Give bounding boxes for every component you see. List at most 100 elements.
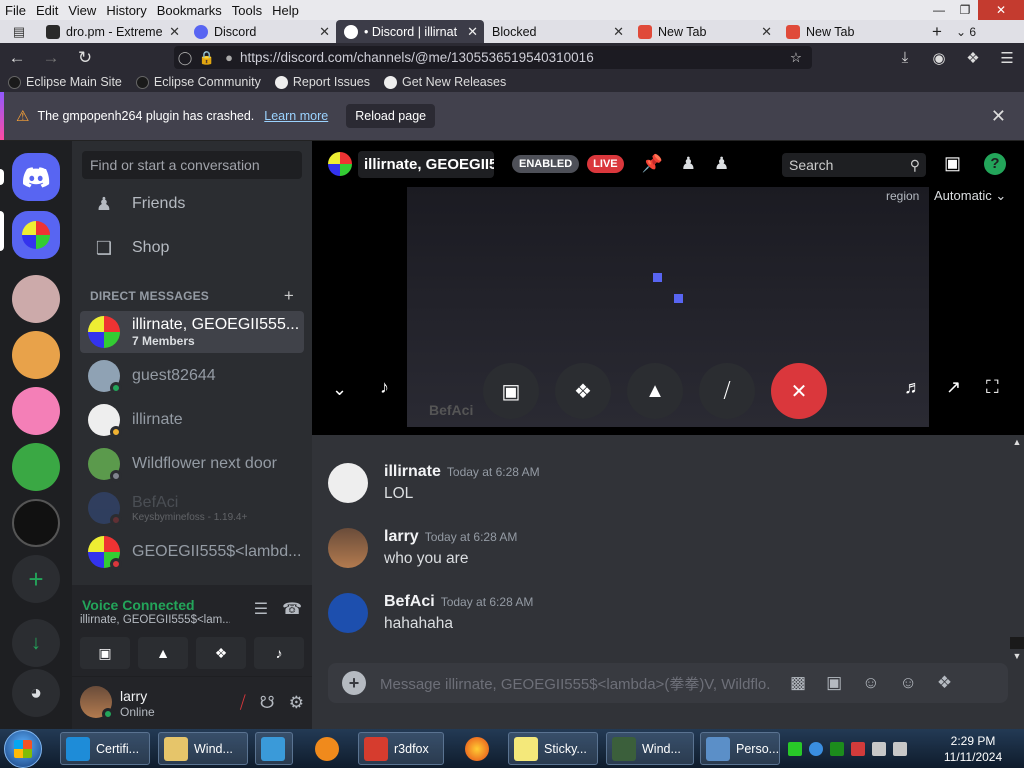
add-server-icon[interactable]: + xyxy=(12,555,60,603)
sticker-icon[interactable]: ☺ xyxy=(862,673,879,693)
bookmark-eclipse-main[interactable]: Eclipse Main Site xyxy=(8,75,122,89)
menu-help[interactable]: Help xyxy=(267,3,304,18)
soundboard-button[interactable]: ♪ xyxy=(254,637,304,669)
volume-icon[interactable]: ♬ xyxy=(904,377,922,398)
extensions-icon[interactable]: ❖ xyxy=(956,49,990,67)
discover-icon[interactable]: ◕ xyxy=(12,669,60,717)
tab-close-icon[interactable]: ✕ xyxy=(319,24,330,40)
taskbar-item-firefox[interactable] xyxy=(460,732,498,765)
taskbar-item-sticky[interactable]: Sticky... xyxy=(508,732,598,765)
menu-tools[interactable]: Tools xyxy=(227,3,267,18)
download-apps-icon[interactable]: ↓ xyxy=(12,619,60,667)
server-avatar-3[interactable] xyxy=(12,387,60,435)
menu-icon[interactable]: ☰ xyxy=(990,49,1024,67)
tray-security-icon[interactable] xyxy=(830,741,844,756)
taskbar-item-personalize[interactable]: Perso... xyxy=(700,732,780,765)
add-friends-icon[interactable]: ♟ xyxy=(681,154,696,174)
tab-close-icon[interactable]: ✕ xyxy=(467,24,478,40)
avatar[interactable] xyxy=(328,463,368,503)
dm-item-wildflower[interactable]: Wildflower next door xyxy=(80,443,304,485)
tray-monitor-icon[interactable] xyxy=(872,741,886,756)
message-author[interactable]: larry xyxy=(384,528,419,545)
forward-icon[interactable]: → xyxy=(34,43,68,72)
menu-bookmarks[interactable]: Bookmarks xyxy=(152,3,227,18)
collapse-chevron-icon[interactable]: ⌄ xyxy=(332,379,347,400)
clock[interactable]: 2:29 PM 11/11/2024 xyxy=(930,733,1016,765)
taskbar-item-windows[interactable]: Wind... xyxy=(606,732,694,765)
soundboard-icon[interactable]: ♪ xyxy=(380,377,389,398)
message-input[interactable]: Message illirnate, GEOEGII555$<lambda>(拳… xyxy=(380,673,770,694)
scroll-up-icon[interactable]: ▲ xyxy=(1010,437,1024,447)
lock-icon[interactable]: 🔒 xyxy=(196,50,218,66)
inbox-icon[interactable]: ▣ xyxy=(944,153,961,174)
url-text[interactable]: https://discord.com/channels/@me/1305536… xyxy=(240,50,594,65)
taskbar-item-r3dfox[interactable]: r3dfox xyxy=(358,732,444,765)
leave-call-button[interactable]: ✕ xyxy=(771,363,827,419)
taskbar-item-explorer[interactable]: Wind... xyxy=(158,732,248,765)
message-composer[interactable]: + Message illirnate, GEOEGII555$<lambda>… xyxy=(328,663,1008,703)
channel-title[interactable]: illirnate, GEOEGII5 xyxy=(358,150,494,178)
mic-muted-icon[interactable]: ⧸ xyxy=(240,693,246,713)
server-avatar-2[interactable] xyxy=(12,331,60,379)
emoji-icon[interactable]: ☺ xyxy=(899,673,916,693)
gif-icon[interactable]: ▣ xyxy=(826,673,842,693)
activities-button[interactable]: ❖ xyxy=(196,637,246,669)
account-icon[interactable]: ◉ xyxy=(922,49,956,67)
tray-volume-icon[interactable] xyxy=(893,741,907,756)
server-avatar-5[interactable] xyxy=(12,499,60,547)
learn-more-link[interactable]: Learn more xyxy=(264,109,328,123)
help-icon[interactable]: ? xyxy=(984,153,1006,175)
avatar[interactable] xyxy=(80,686,114,720)
taskbar-item-app[interactable] xyxy=(310,732,348,765)
dm-item-illirnate[interactable]: illirnate xyxy=(80,399,304,441)
screen-share-button[interactable]: ▲ xyxy=(627,363,683,419)
popout-icon[interactable]: ↗ xyxy=(946,377,961,398)
tab-close-icon[interactable]: ✕ xyxy=(761,24,772,40)
close-notification-icon[interactable]: ✕ xyxy=(991,106,1006,127)
tab-discord-active[interactable]: • Discord | illirnat ✕ xyxy=(336,20,484,43)
taskbar-item-certificates[interactable]: Certifi... xyxy=(60,732,150,765)
region-select[interactable]: Automatic ⌄ xyxy=(934,188,1006,204)
gift-icon[interactable]: ▩ xyxy=(790,673,806,693)
fullscreen-icon[interactable]: ⛶ xyxy=(986,377,999,398)
back-icon[interactable]: ← xyxy=(0,43,34,72)
share-screen-button[interactable]: ▲ xyxy=(138,637,188,669)
tab-new-1[interactable]: New Tab ✕ xyxy=(630,20,778,43)
taskbar-item-media[interactable] xyxy=(255,732,293,765)
voice-channel[interactable]: illirnate, GEOEGII555$<lam... xyxy=(80,614,230,626)
settings-gear-icon[interactable]: ⚙ xyxy=(289,693,304,713)
dm-search-input[interactable]: Find or start a conversation xyxy=(82,151,302,179)
group-dm-icon[interactable] xyxy=(12,211,60,259)
avatar[interactable] xyxy=(328,528,368,568)
friends-link[interactable]: ♟ Friends xyxy=(80,183,304,225)
dm-item-geoegii[interactable]: GEOEGII555$<lambd... xyxy=(80,531,304,573)
camera-off-button[interactable]: ▣ xyxy=(80,637,130,669)
members-icon[interactable]: ♟ xyxy=(714,154,729,174)
tab-list-icon[interactable]: ▤ xyxy=(0,20,38,43)
tab-count-dropdown[interactable]: ⌄ 6 xyxy=(956,25,976,39)
menu-edit[interactable]: Edit xyxy=(31,3,63,18)
discord-home-icon[interactable] xyxy=(12,153,60,201)
tab-close-icon[interactable]: ✕ xyxy=(169,24,180,40)
attach-plus-icon[interactable]: + xyxy=(342,671,366,695)
close-window-icon[interactable]: ✕ xyxy=(978,0,1024,20)
server-avatar-4[interactable] xyxy=(12,443,60,491)
scroll-thumb[interactable] xyxy=(1010,637,1024,649)
dm-item-befaci[interactable]: BefAci Keysbyminefoss - 1.19.4+ xyxy=(80,487,304,529)
scroll-down-icon[interactable]: ▼ xyxy=(1010,651,1024,661)
download-icon[interactable]: ⤓ xyxy=(888,49,922,66)
headphones-icon[interactable]: ☋ xyxy=(260,693,275,713)
tab-new-2[interactable]: New Tab xyxy=(778,20,924,43)
reload-icon[interactable]: ↻ xyxy=(68,43,102,72)
noise-suppression-icon[interactable]: ☰ xyxy=(254,599,268,619)
apps-icon[interactable]: ❖ xyxy=(937,673,952,693)
start-button[interactable] xyxy=(4,730,42,768)
reload-page-button[interactable]: Reload page xyxy=(346,104,436,128)
camera-toggle-button[interactable]: ▣ xyxy=(483,363,539,419)
message-author[interactable]: illirnate xyxy=(384,463,441,480)
new-tab-icon[interactable]: + xyxy=(924,22,950,42)
disconnect-icon[interactable]: ☎ xyxy=(282,599,302,619)
tab-blocked[interactable]: Blocked ✕ xyxy=(484,20,630,43)
chat-scrollbar[interactable]: ▲ ▼ xyxy=(1010,435,1024,665)
dm-item-group[interactable]: illirnate, GEOEGII555... 7 Members xyxy=(80,311,304,353)
